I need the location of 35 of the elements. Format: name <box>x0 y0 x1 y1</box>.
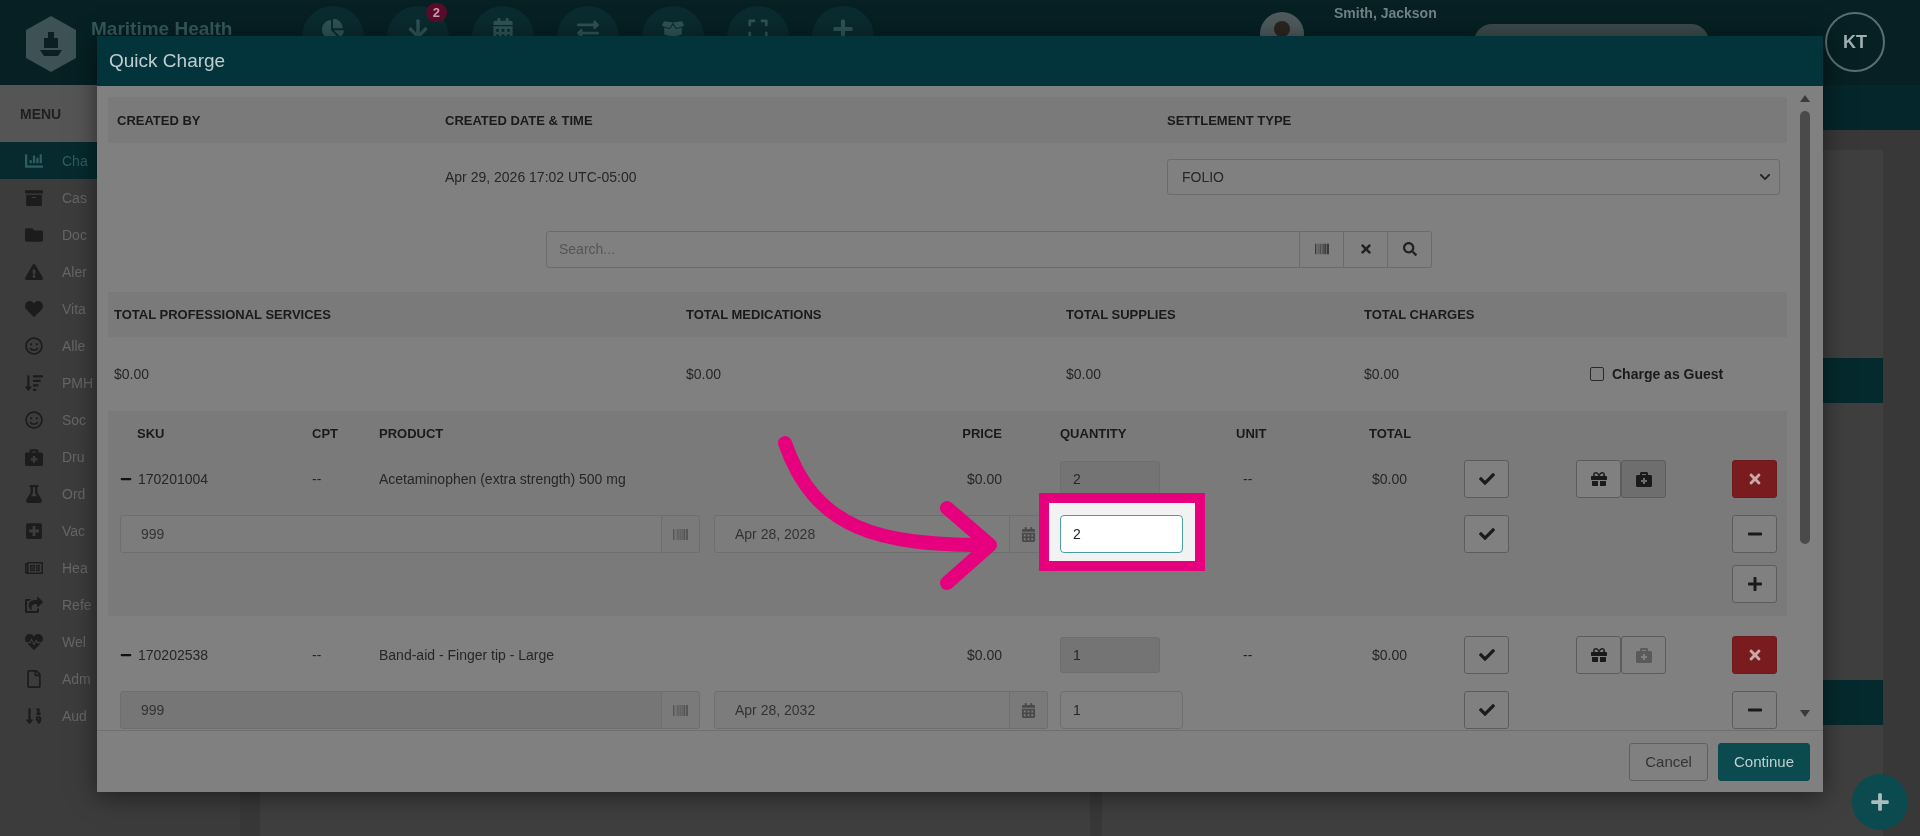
total-value: $0.00 <box>1364 365 1401 382</box>
table-cell-text: -- <box>1242 647 1254 663</box>
table-cell-text: -- <box>312 471 323 487</box>
dialog-title: Quick Charge <box>109 50 226 72</box>
column-header: SKU <box>136 426 166 441</box>
table-cell-text: $0.00 <box>1371 647 1409 663</box>
column-header: TOTAL CHARGES <box>1364 306 1476 322</box>
column-header: UNIT <box>1236 426 1268 441</box>
column-header: TOTAL <box>1369 426 1413 441</box>
column-header: PRICE <box>961 426 1003 441</box>
column-header: TOTAL SUPPLIES <box>1066 306 1177 322</box>
total-value: $0.00 <box>114 365 151 382</box>
table-cell-text: -- <box>312 647 323 663</box>
notification-badge: 2 <box>425 3 447 22</box>
table-cell: 170201004 <box>138 471 209 487</box>
column-header: TOTAL MEDICATIONS <box>686 306 823 322</box>
table-cell-text: Band-aid - Finger tip - Large <box>379 647 556 663</box>
table-cell-text: -- <box>1242 471 1254 487</box>
column-header: CREATED BY <box>117 112 202 128</box>
table-cell-text: $0.00 <box>965 647 1003 663</box>
table-cell-text: Acetaminophen (extra strength) 500 mg <box>379 471 627 487</box>
table-cell: 170202538 <box>138 647 209 663</box>
column-header: SETTLEMENT TYPE <box>1167 112 1293 128</box>
total-value: $0.00 <box>686 365 723 382</box>
column-header: PRODUCT <box>379 426 445 441</box>
column-header: TOTAL PROFESSIONAL SERVICES <box>114 306 332 322</box>
patient-name: Smith, Jackson <box>1334 5 1438 21</box>
checkbox-label: Charge as Guest <box>1612 365 1724 382</box>
total-value: $0.00 <box>1066 365 1103 382</box>
column-header: CREATED DATE & TIME <box>445 112 594 128</box>
column-header: CPT <box>312 426 339 441</box>
table-cell-text: $0.00 <box>1371 471 1409 487</box>
table-cell-text: $0.00 <box>965 471 1003 487</box>
column-header: QUANTITY <box>1060 426 1128 441</box>
created-date: Apr 29, 2026 17:02 UTC-05:00 <box>445 169 638 186</box>
